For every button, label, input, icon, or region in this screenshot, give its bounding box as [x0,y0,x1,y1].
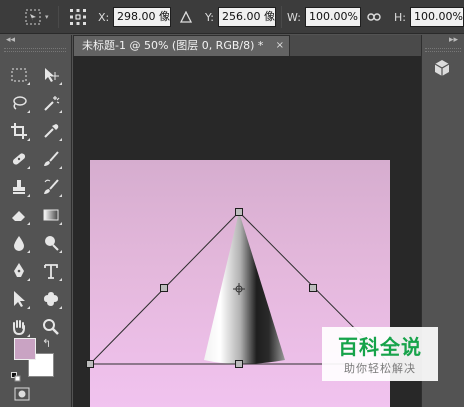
watermark-subtitle: 助你轻松解决 [344,362,416,375]
pen-icon[interactable] [8,260,30,282]
type-icon[interactable] [40,260,62,282]
panel-grip[interactable] [4,48,66,52]
quick-mask-icon[interactable] [14,386,30,405]
lasso-icon[interactable] [8,92,30,114]
gradient-icon[interactable] [40,204,62,226]
hand-icon[interactable] [8,316,30,338]
history-brush-icon[interactable] [40,176,62,198]
healing-brush-icon[interactable] [8,148,30,170]
magic-wand-icon[interactable] [40,92,62,114]
close-icon[interactable]: × [276,36,284,56]
3d-cube-icon[interactable] [433,59,451,81]
x-label: X: [98,10,110,24]
zoom-icon[interactable] [40,316,62,338]
transform-tool-icon[interactable] [22,0,44,34]
watermark-title: 百科全说 [338,335,422,359]
reference-point-icon[interactable] [69,0,87,34]
panel-grip[interactable] [425,48,461,52]
delta-icon[interactable] [180,0,192,34]
y-field[interactable]: 256.00 像 [218,7,276,27]
clone-stamp-icon[interactable] [8,176,30,198]
tool-preset-chevron-icon[interactable]: ▾ [45,0,49,34]
x-field[interactable]: 298.00 像 [113,7,171,27]
swap-colors-icon[interactable]: ↰ [42,337,51,350]
y-label: Y: [205,10,214,24]
link-icon[interactable] [367,0,381,34]
document-tab[interactable]: 未标题-1 @ 50% (图层 0, RGB/8) * × [73,35,290,56]
move-icon[interactable] [40,64,62,86]
eraser-icon[interactable] [8,204,30,226]
brush-icon[interactable] [40,148,62,170]
w-field[interactable]: 100.00% [305,7,361,27]
eyedropper-icon[interactable] [40,120,62,142]
watermark: 百科全说 助你轻松解决 [322,327,438,381]
document-tab-title: 未标题-1 @ 50% (图层 0, RGB/8) * [82,39,264,52]
options-bar: ▾ X: 298.00 像 Y: 256.00 像 W: 100.00% H: … [0,0,464,34]
default-colors-icon[interactable] [11,367,21,386]
collapse-tools-icon[interactable]: ◂◂ [6,35,15,45]
rectangular-marquee-icon[interactable] [8,64,30,86]
collapse-panels-icon[interactable]: ▸▸ [449,35,458,45]
dodge-icon[interactable] [40,232,62,254]
custom-shape-icon[interactable] [40,288,62,310]
foreground-color-front [14,338,36,360]
blur-icon[interactable] [8,232,30,254]
path-selection-icon[interactable] [8,288,30,310]
h-field[interactable]: 100.00% [410,7,464,27]
w-label: W: [287,10,301,24]
crop-icon[interactable] [8,120,30,142]
h-label: H: [394,10,406,24]
